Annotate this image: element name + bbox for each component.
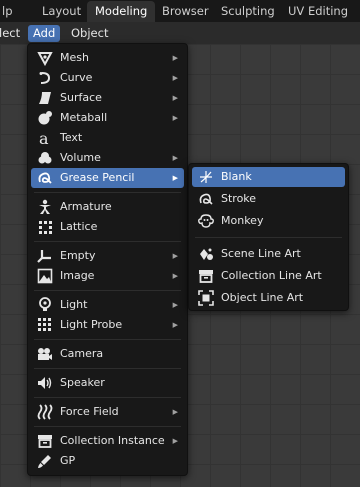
workspace-tab-bar: lp Layout Modeling Browser Sculpting UV … [0, 0, 360, 22]
menu-item-force-field[interactable]: Force Field ▶ [31, 402, 184, 422]
menu-item-surface[interactable]: Surface ▶ [31, 88, 184, 108]
add-menu: Mesh ▶ Curve ▶ Surface ▶ Metaball ▶ a Te… [27, 43, 188, 476]
surface-icon [37, 90, 53, 106]
menu-item-lattice[interactable]: Lattice [31, 217, 184, 237]
light-probe-icon [37, 317, 53, 333]
menu-item-grease-pencil[interactable]: Grease Pencil ▶ [31, 168, 184, 188]
force-field-icon [37, 404, 53, 420]
lattice-icon [37, 219, 53, 235]
submenu-item-collection-line-art[interactable]: Collection Line Art [192, 266, 345, 286]
object-line-art-icon [198, 290, 214, 306]
menu-separator [34, 339, 181, 340]
menu-item-light[interactable]: Light ▶ [31, 295, 184, 315]
submenu-arrow-icon: ▶ [172, 154, 178, 162]
submenu-arrow-icon: ▶ [172, 174, 178, 182]
object-menu[interactable]: Object [66, 25, 113, 42]
volume-icon [37, 150, 53, 166]
menu-item-image[interactable]: Image ▶ [31, 266, 184, 286]
menu-item-metaball[interactable]: Metaball ▶ [31, 108, 184, 128]
scene-line-art-icon [198, 246, 214, 262]
menu-item-camera[interactable]: Camera [31, 344, 184, 364]
collection-icon [37, 433, 53, 449]
tab-uv-editing[interactable]: UV Editing [280, 1, 356, 22]
menu-separator [34, 241, 181, 242]
camera-icon [37, 346, 53, 362]
submenu-item-scene-line-art[interactable]: Scene Line Art [192, 244, 345, 264]
grease-pencil-submenu: Blank Stroke Monkey Scene Line Art Colle… [188, 163, 349, 311]
text-icon: a [37, 130, 53, 146]
tab-sculpting[interactable]: Sculpting [213, 1, 283, 22]
grease-pencil-icon [37, 170, 53, 186]
menu-separator [34, 290, 181, 291]
tab-browser[interactable]: Browser [154, 1, 217, 22]
submenu-arrow-icon: ▶ [172, 321, 178, 329]
speaker-icon [37, 375, 53, 391]
svg-text:a: a [39, 130, 49, 146]
menu-item-armature[interactable]: Armature [31, 197, 184, 217]
submenu-item-monkey[interactable]: Monkey [192, 211, 345, 231]
blank-icon [198, 169, 214, 185]
tab-layout[interactable]: Layout [34, 1, 89, 22]
submenu-arrow-icon: ▶ [172, 94, 178, 102]
submenu-item-object-line-art[interactable]: Object Line Art [192, 288, 345, 308]
brush-icon [37, 453, 53, 469]
submenu-item-stroke[interactable]: Stroke [192, 189, 345, 209]
tab-partial[interactable]: lp [0, 1, 21, 22]
menu-separator [34, 426, 181, 427]
submenu-arrow-icon: ▶ [172, 437, 178, 445]
select-menu[interactable]: lect [0, 25, 25, 42]
menu-item-empty[interactable]: Empty ▶ [31, 246, 184, 266]
submenu-arrow-icon: ▶ [172, 408, 178, 416]
submenu-arrow-icon: ▶ [172, 301, 178, 309]
menu-item-mesh[interactable]: Mesh ▶ [31, 48, 184, 68]
menu-separator [34, 368, 181, 369]
stroke-icon [198, 191, 214, 207]
add-menu-button[interactable]: Add [28, 25, 61, 42]
submenu-arrow-icon: ▶ [172, 272, 178, 280]
metaball-icon [37, 110, 53, 126]
submenu-arrow-icon: ▶ [172, 252, 178, 260]
menu-item-gp[interactable]: GP [31, 451, 184, 471]
menu-item-speaker[interactable]: Speaker [31, 373, 184, 393]
menu-item-light-probe[interactable]: Light Probe ▶ [31, 315, 184, 335]
menu-item-collection-instance[interactable]: Collection Instance ▶ [31, 431, 184, 451]
menu-item-volume[interactable]: Volume ▶ [31, 148, 184, 168]
empty-icon [37, 248, 53, 264]
tab-modeling[interactable]: Modeling [87, 1, 156, 22]
menu-separator [34, 192, 181, 193]
curve-icon [37, 70, 53, 86]
submenu-item-blank[interactable]: Blank [192, 167, 345, 187]
menu-item-curve[interactable]: Curve ▶ [31, 68, 184, 88]
submenu-arrow-icon: ▶ [172, 114, 178, 122]
mesh-icon [37, 50, 53, 66]
submenu-arrow-icon: ▶ [172, 54, 178, 62]
collection-line-art-icon [198, 268, 214, 284]
menu-item-text[interactable]: a Text [31, 128, 184, 148]
menu-separator [34, 397, 181, 398]
submenu-arrow-icon: ▶ [172, 74, 178, 82]
image-icon [37, 268, 53, 284]
light-icon [37, 297, 53, 313]
armature-icon [37, 199, 53, 215]
menu-separator [195, 237, 342, 238]
monkey-icon [198, 213, 214, 229]
viewport-header: lect Add Object [0, 22, 360, 44]
